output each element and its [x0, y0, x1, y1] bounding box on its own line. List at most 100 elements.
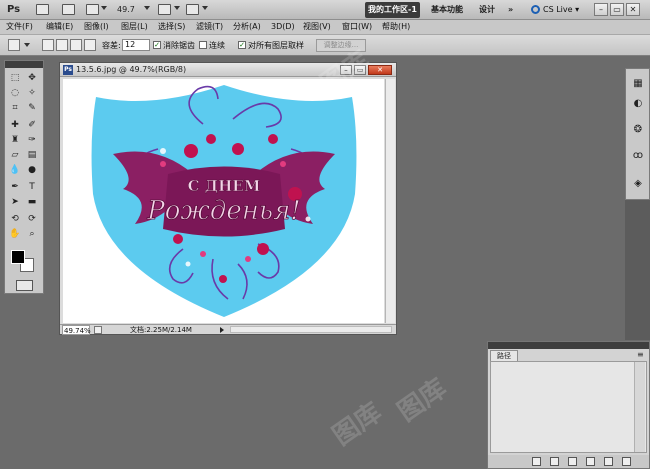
fill-path-icon[interactable]: [532, 457, 541, 466]
restore-button[interactable]: ▭: [610, 3, 624, 16]
document-title-bar[interactable]: Ps 13.5.6.jpg @ 49.7%(RGB/8) – ▭ ✕: [60, 63, 396, 77]
pen-tool-icon[interactable]: ✒: [8, 181, 22, 193]
contiguous-checkbox[interactable]: [199, 41, 207, 49]
channels-panel-icon[interactable]: ꝏ: [631, 149, 645, 163]
view-extras-icon[interactable]: [86, 4, 99, 15]
watermark-text: 图库: [392, 373, 453, 428]
workspace-mine-button[interactable]: 我的工作区-1: [365, 2, 420, 18]
new-selection-icon[interactable]: [42, 39, 54, 51]
close-button[interactable]: ✕: [626, 3, 640, 16]
panel-menu-icon[interactable]: ≡: [637, 351, 644, 359]
menu-view[interactable]: 视图(V): [303, 21, 331, 33]
crop-tool-icon[interactable]: ⌗: [8, 102, 22, 114]
paths-list[interactable]: [490, 361, 647, 453]
vertical-scrollbar[interactable]: [385, 79, 395, 323]
document-ps-icon: Ps: [63, 65, 73, 75]
zoom-level-field[interactable]: 49.7: [117, 3, 143, 17]
document-minimize-button[interactable]: –: [340, 65, 352, 75]
chevron-down-icon[interactable]: [174, 6, 180, 10]
arrange-documents-icon[interactable]: [158, 4, 171, 15]
document-restore-button[interactable]: ▭: [354, 65, 366, 75]
subtract-selection-icon[interactable]: [70, 39, 82, 51]
image-canvas[interactable]: С ДНЕМ Рожденья!: [63, 79, 384, 323]
history-brush-tool-icon[interactable]: ✑: [25, 134, 39, 146]
status-settings-icon[interactable]: [94, 326, 102, 334]
clone-stamp-tool-icon[interactable]: ♜: [8, 134, 22, 146]
mini-bridge-icon[interactable]: [62, 4, 75, 15]
intersect-selection-icon[interactable]: [84, 39, 96, 51]
magic-wand-preset-icon[interactable]: [8, 39, 20, 51]
path-selection-tool-icon[interactable]: ➤: [8, 196, 22, 208]
masks-panel-icon[interactable]: ❂: [631, 123, 645, 137]
workspace-essentials-button[interactable]: 基本功能: [428, 2, 466, 18]
document-title: 13.5.6.jpg @ 49.7%(RGB/8): [76, 65, 187, 74]
minimize-button[interactable]: –: [594, 3, 608, 16]
paths-panel-header[interactable]: [488, 342, 649, 349]
antialias-checkbox[interactable]: ✓: [153, 41, 161, 49]
foreground-color-swatch[interactable]: [11, 250, 25, 264]
status-zoom-field[interactable]: 49.74%: [62, 325, 91, 335]
stroke-path-icon[interactable]: [550, 457, 559, 466]
3d-rotate-tool-icon[interactable]: ⟲: [8, 213, 22, 225]
eyedropper-tool-icon[interactable]: ✎: [25, 102, 39, 114]
paths-scrollbar[interactable]: [634, 362, 645, 452]
horizontal-scrollbar[interactable]: [230, 326, 392, 333]
menu-select[interactable]: 选择(S): [158, 21, 185, 33]
menu-window[interactable]: 窗口(W): [342, 21, 372, 33]
new-path-icon[interactable]: [604, 457, 613, 466]
brush-tool-icon[interactable]: ✐: [25, 119, 39, 131]
shape-tool-icon[interactable]: ▬: [25, 196, 39, 208]
menu-filter[interactable]: 滤镜(T): [196, 21, 223, 33]
histogram-panel-icon[interactable]: ▦: [631, 77, 645, 91]
magic-wand-tool-icon[interactable]: ✧: [25, 87, 39, 99]
greeting-text-top: С ДНЕМ: [188, 177, 261, 195]
refine-edge-button[interactable]: 调整边缘...: [316, 39, 366, 52]
photoshop-logo: Ps: [6, 4, 21, 15]
load-selection-icon[interactable]: [568, 457, 577, 466]
menu-3d[interactable]: 3D(D): [271, 21, 295, 33]
tab-paths[interactable]: 路径: [490, 350, 518, 361]
quick-mask-icon[interactable]: [16, 280, 33, 291]
menu-file[interactable]: 文件(F): [6, 21, 33, 33]
dodge-tool-icon[interactable]: ●: [25, 164, 39, 176]
blur-tool-icon[interactable]: 💧: [8, 164, 22, 176]
make-work-path-icon[interactable]: [586, 457, 595, 466]
chevron-down-icon[interactable]: [202, 6, 208, 10]
menu-layer[interactable]: 图层(L): [121, 21, 148, 33]
document-close-button[interactable]: ✕: [368, 65, 392, 75]
add-to-selection-icon[interactable]: [56, 39, 68, 51]
document-window: Ps 13.5.6.jpg @ 49.7%(RGB/8) – ▭ ✕ С ДНЕ…: [59, 62, 397, 335]
application-bar: Ps 49.7 我的工作区-1 基本功能 设计 » CS Live ▾ – ▭ …: [0, 0, 650, 20]
3d-orbit-tool-icon[interactable]: ⟳: [25, 213, 39, 225]
sample-all-layers-checkbox[interactable]: ✓: [238, 41, 246, 49]
bridge-icon[interactable]: [36, 4, 49, 15]
layers-panel-icon[interactable]: ◈: [631, 177, 645, 191]
workspace-design-button[interactable]: 设计: [476, 2, 498, 18]
delete-path-icon[interactable]: [622, 457, 631, 466]
adjustments-panel-icon[interactable]: ◐: [631, 97, 645, 111]
chevron-down-icon[interactable]: [144, 6, 150, 10]
chevron-down-icon[interactable]: [24, 43, 30, 47]
menu-edit[interactable]: 编辑(E): [46, 21, 73, 33]
dock-empty-column: [625, 200, 650, 340]
status-menu-arrow-icon[interactable]: [220, 327, 224, 333]
lasso-tool-icon[interactable]: ◌: [8, 87, 22, 99]
hand-tool-icon[interactable]: ✋: [8, 228, 22, 240]
move-tool-icon[interactable]: ✥: [25, 72, 39, 84]
sample-all-layers-label: 对所有图层取样: [248, 41, 304, 50]
zoom-tool-icon[interactable]: ⌕: [25, 228, 39, 240]
type-tool-icon[interactable]: T: [25, 181, 39, 193]
tools-panel-header[interactable]: [5, 61, 43, 68]
marquee-tool-icon[interactable]: ⬚: [8, 72, 22, 84]
spot-healing-tool-icon[interactable]: ✚: [8, 119, 22, 131]
menu-image[interactable]: 图像(I): [84, 21, 109, 33]
menu-help[interactable]: 帮助(H): [382, 21, 410, 33]
menu-analysis[interactable]: 分析(A): [233, 21, 261, 33]
gradient-tool-icon[interactable]: ▤: [25, 149, 39, 161]
eraser-tool-icon[interactable]: ▱: [8, 149, 22, 161]
tolerance-input[interactable]: 12: [122, 39, 150, 51]
cs-live-button[interactable]: CS Live ▾: [531, 3, 579, 17]
workspace-more-button[interactable]: »: [505, 2, 516, 18]
screen-mode-icon[interactable]: [186, 4, 199, 15]
chevron-down-icon[interactable]: [101, 6, 107, 10]
